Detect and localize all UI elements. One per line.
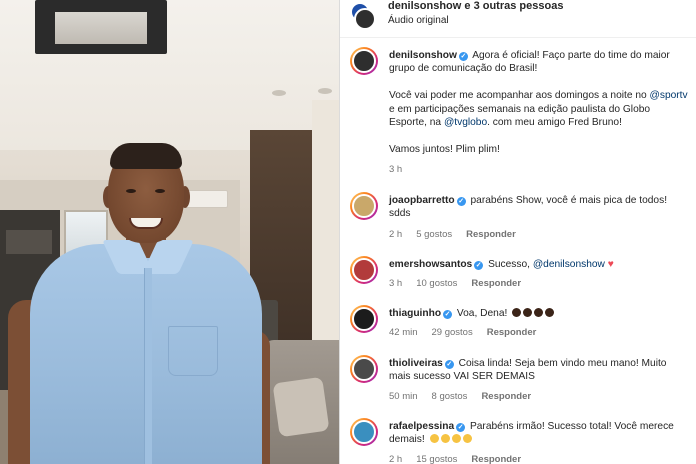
mention-link[interactable]: @denilsonshow	[533, 259, 605, 270]
comment-body: Voa, Dena!	[456, 308, 508, 319]
verified-icon: ✓	[456, 423, 466, 432]
like-count[interactable]: 10 gostos	[416, 278, 457, 289]
verified-icon: ✓	[456, 197, 466, 206]
header-username[interactable]: denilsonshow	[388, 0, 461, 12]
comment-username[interactable]: rafaelpessina	[389, 421, 454, 432]
avatar[interactable]	[350, 256, 378, 284]
comment-body: Sucesso,	[488, 259, 533, 270]
clap-emoji-icon	[440, 434, 450, 444]
reply-button[interactable]: Responder	[466, 229, 516, 240]
comment-meta: 50 min 8 gostos Responder	[389, 391, 545, 402]
like-count[interactable]: 8 gostos	[432, 391, 468, 402]
like-count[interactable]: 15 gostos	[416, 454, 457, 464]
comment-meta: 2 h 5 gostos Responder	[389, 229, 530, 240]
comment-meta: 3 h 10 gostos Responder	[389, 278, 535, 289]
emoji-icon	[545, 308, 555, 317]
verified-icon: ✓	[458, 52, 468, 61]
comment-username[interactable]: emershowsantos	[389, 259, 472, 270]
avatar[interactable]	[350, 47, 378, 75]
caption-meta: 3 h	[389, 164, 416, 175]
timestamp[interactable]: 2 h	[389, 454, 402, 464]
timestamp[interactable]: 3 h	[389, 164, 402, 175]
like-count[interactable]: 5 gostos	[416, 229, 452, 240]
header-title[interactable]: denilsonshow e 3 outras pessoas	[388, 0, 563, 12]
eye	[155, 189, 165, 193]
reply-button[interactable]: Responder	[471, 278, 521, 289]
caption-line-3: Vamos juntos! Plim plim!	[389, 143, 500, 155]
mention-link[interactable]: @tvglobo	[444, 117, 487, 128]
post-photo[interactable]	[0, 0, 339, 464]
avatar[interactable]	[350, 192, 378, 220]
comment-text: joaopbarretto ✓ parabéns Show, você é mai…	[389, 194, 689, 221]
reply-button[interactable]: Responder	[481, 391, 531, 402]
comment-username[interactable]: thioliveiras	[389, 358, 443, 369]
emoji-icon	[523, 308, 533, 317]
header-collaborators[interactable]: e 3 outras pessoas	[461, 0, 563, 12]
reply-button[interactable]: Responder	[487, 327, 537, 338]
timestamp[interactable]: 2 h	[389, 229, 402, 240]
like-count[interactable]: 29 gostos	[432, 327, 473, 338]
comment-meta: 2 h 15 gostos Responder	[389, 454, 535, 464]
shirt-placket	[144, 268, 152, 464]
author-avatar[interactable]	[354, 8, 376, 30]
avatar[interactable]	[350, 305, 378, 333]
caption-text: denilsonshow ✓ Agora é oficial! Faço part…	[389, 49, 689, 156]
hair	[110, 143, 182, 169]
caption-username[interactable]: denilsonshow	[389, 50, 457, 61]
caption-line-2c: . com meu amigo Fred Bruno!	[487, 117, 622, 129]
comment-meta: 42 min 29 gostos Responder	[389, 327, 550, 338]
mention-link[interactable]: @sportv	[650, 90, 688, 101]
person	[0, 0, 339, 464]
verified-icon: ✓	[443, 310, 453, 319]
comment-username[interactable]: joaopbarretto	[389, 195, 455, 206]
heart-icon: ♥	[607, 259, 614, 270]
clap-emoji-icon	[451, 434, 461, 444]
verified-icon: ✓	[474, 261, 484, 270]
caption-line-2a: Você vai poder me acompanhar aos domingo…	[389, 90, 650, 102]
comment-username[interactable]: thiaguinho	[389, 308, 441, 319]
avatar[interactable]	[350, 355, 378, 383]
clap-emoji-icon	[462, 434, 472, 444]
comment-text: rafaelpessina ✓ Parabéns irmão! Sucesso t…	[389, 420, 689, 447]
audio-label[interactable]: Áudio original	[388, 15, 449, 26]
avatar[interactable]	[350, 418, 378, 446]
shirt-pocket	[168, 326, 218, 376]
eye	[126, 189, 136, 193]
timestamp[interactable]: 50 min	[389, 391, 418, 402]
comments-panel: denilsonshow e 3 outras pessoas Áudio or…	[339, 0, 696, 464]
timestamp[interactable]: 3 h	[389, 278, 402, 289]
reply-button[interactable]: Responder	[471, 454, 521, 464]
verified-icon: ✓	[444, 360, 454, 369]
comment-text: thiaguinho ✓ Voa, Dena!	[389, 307, 689, 320]
comment-text: emershowsantos ✓ Sucesso, @denilsonshow ♥	[389, 258, 689, 271]
post-header: denilsonshow e 3 outras pessoas Áudio or…	[340, 0, 696, 38]
comment-text: thioliveiras ✓ Coisa linda! Seja bem vind…	[389, 357, 689, 384]
emoji-icon	[534, 308, 544, 317]
timestamp[interactable]: 42 min	[389, 327, 418, 338]
emoji-icon	[512, 308, 522, 317]
clap-emoji-icon	[429, 434, 439, 444]
